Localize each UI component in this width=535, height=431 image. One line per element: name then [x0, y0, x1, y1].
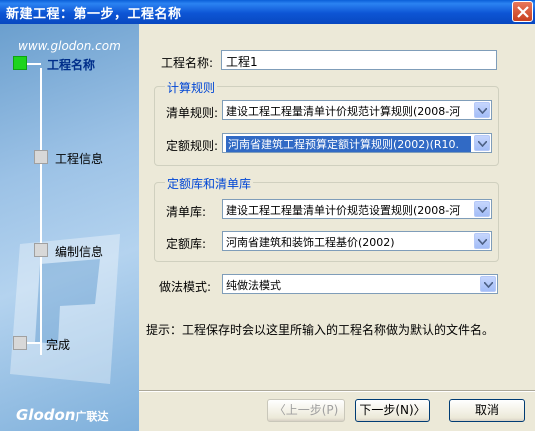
chevron-down-icon[interactable]	[474, 201, 490, 217]
method-label: 做法模式:	[159, 280, 212, 294]
prev-button[interactable]: 〈上一步(P)	[267, 399, 345, 422]
bill-lib-label: 清单库:	[166, 205, 207, 219]
method-value: 纯做法模式	[226, 279, 281, 292]
wizard-sidebar: www.glodon.com 工程名称 工程信息 编制信息 完成 Glodon广…	[0, 24, 139, 431]
step-3-label: 编制信息	[55, 245, 104, 259]
logo-text-cn: 广联达	[75, 410, 109, 423]
bill-lib-value: 建设工程工程量清单计价规范设置规则(2008-河	[226, 204, 461, 217]
bill-rule-label: 清单规则:	[166, 106, 219, 120]
window-title: 新建工程：第一步，工程名称	[6, 7, 182, 22]
glodon-logo: Glodon广联达	[16, 406, 108, 424]
chevron-down-icon[interactable]	[474, 135, 490, 151]
quota-rule-label: 定额规则:	[166, 139, 219, 153]
project-name-value: 工程1	[226, 55, 258, 69]
next-button[interactable]: 下一步(N)〉	[355, 399, 430, 422]
step-timeline	[40, 68, 42, 355]
bill-rule-select[interactable]: 建设工程工程量清单计价规范计算规则(2008-河	[222, 100, 492, 120]
bill-rule-value: 建设工程工程量清单计价规范计算规则(2008-河	[226, 105, 461, 118]
quota-rule-value: 河南省建筑工程预算定额计算规则(2002)(R10.	[226, 136, 471, 152]
bill-lib-select[interactable]: 建设工程工程量清单计价规范设置规则(2008-河	[222, 199, 492, 219]
step-2-label: 工程信息	[55, 152, 104, 166]
close-icon	[517, 6, 529, 18]
brand-url: www.glodon.com	[18, 39, 121, 53]
close-button[interactable]	[512, 1, 533, 22]
footer-divider	[139, 390, 535, 392]
quota-lib-label: 定额库:	[166, 237, 207, 251]
quota-rule-select[interactable]: 河南省建筑工程预算定额计算规则(2002)(R10.	[222, 133, 492, 153]
step-1-marker	[13, 56, 27, 70]
chevron-down-icon[interactable]	[480, 276, 496, 292]
rules-group-title: 计算规则	[165, 79, 218, 96]
project-name-label: 工程名称:	[161, 56, 214, 70]
step-2-marker	[34, 150, 48, 164]
step-3-marker	[34, 243, 48, 257]
step-4-marker	[13, 336, 27, 350]
rules-groupbox	[154, 86, 499, 166]
quota-lib-value: 河南省建筑和装饰工程基价(2002)	[226, 236, 395, 249]
chevron-down-icon[interactable]	[474, 102, 490, 118]
step-4-label: 完成	[46, 338, 71, 352]
method-select[interactable]: 纯做法模式	[222, 274, 498, 294]
title-bar: 新建工程：第一步，工程名称	[0, 0, 535, 24]
step-1-label: 工程名称	[47, 58, 96, 72]
cancel-button[interactable]: 取消	[449, 399, 525, 422]
quota-lib-select[interactable]: 河南省建筑和装饰工程基价(2002)	[222, 231, 492, 251]
library-group-title: 定额库和清单库	[165, 175, 254, 192]
chevron-down-icon[interactable]	[474, 233, 490, 249]
hint-text: 提示：工程保存时会以这里所输入的工程名称做为默认的文件名。	[146, 323, 495, 337]
project-name-input[interactable]: 工程1	[221, 50, 497, 70]
logo-text: Glodon	[16, 406, 76, 424]
